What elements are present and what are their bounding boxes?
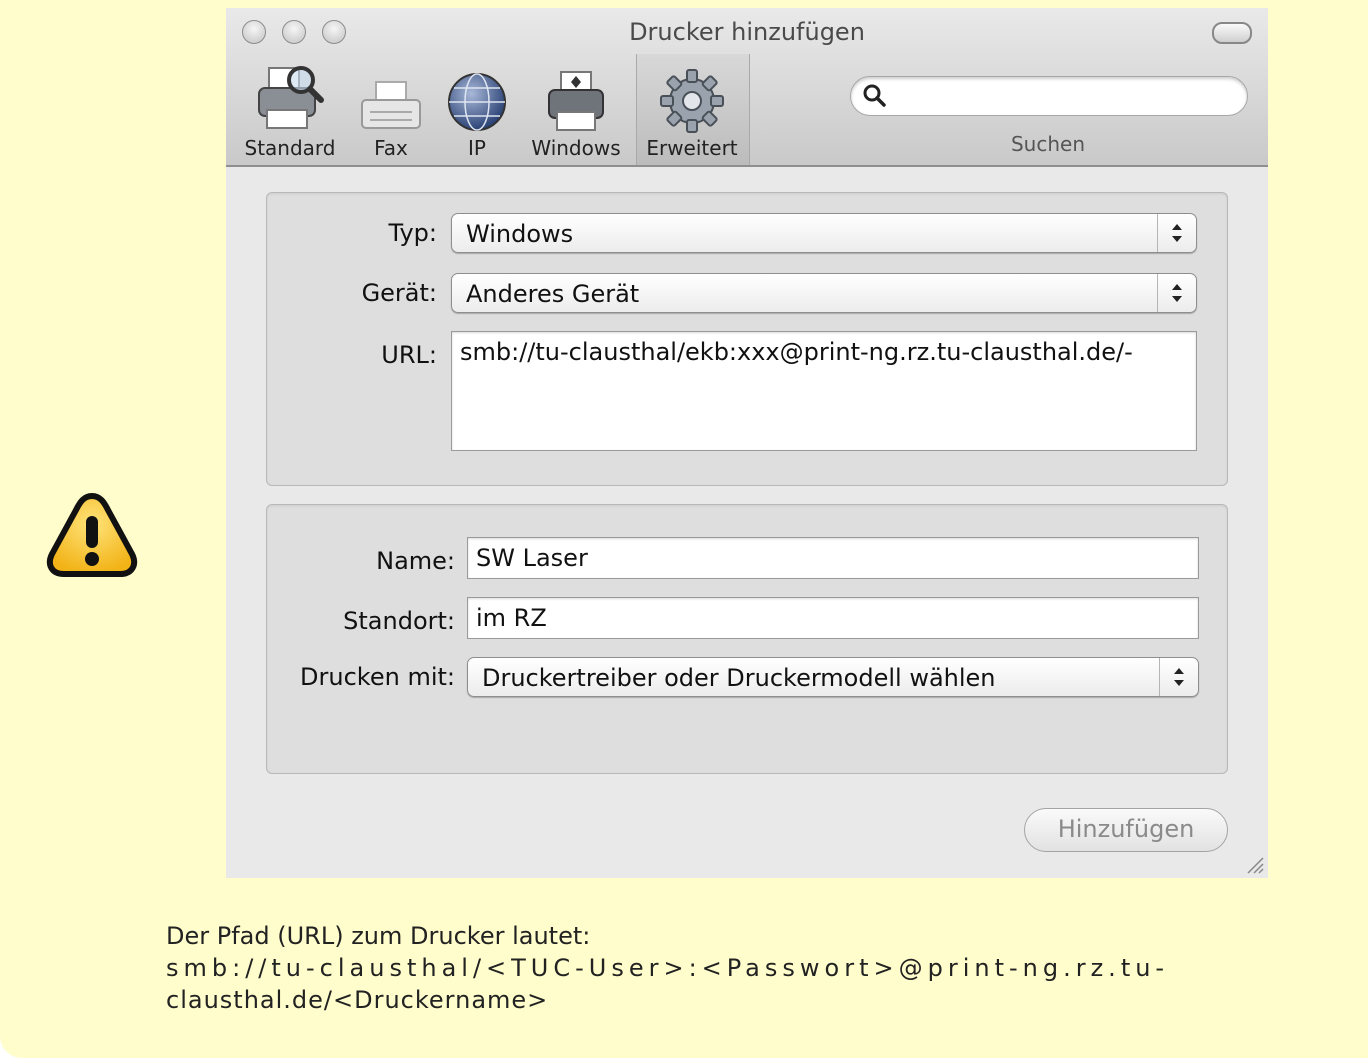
name-label: Name:: [376, 547, 455, 575]
note-box: Drucker hinzufügen Standard Fax IP Windo…: [0, 0, 1368, 1058]
toolbar-toggle-button[interactable]: [1212, 22, 1252, 44]
network-printer-icon: [548, 71, 604, 131]
add-printer-window: Drucker hinzufügen Standard Fax IP Windo…: [226, 8, 1268, 878]
tab-windows[interactable]: Windows: [526, 56, 626, 160]
caption: Der Pfad (URL) zum Drucker lautet: smb:/…: [166, 920, 1169, 1016]
tab-erweitert-label: Erweitert: [646, 136, 738, 160]
typ-popup[interactable]: Windows: [451, 213, 1197, 253]
tab-fax[interactable]: Fax: [360, 56, 422, 160]
typ-value: Windows: [466, 220, 574, 248]
popup-arrows-icon: [1159, 658, 1198, 696]
fax-icon: [361, 81, 421, 129]
url-label: URL:: [381, 341, 437, 369]
tab-windows-label: Windows: [531, 136, 621, 160]
drucken-mit-popup[interactable]: Druckertreiber oder Druckermodell wählen: [467, 657, 1199, 697]
gear-icon: [660, 69, 724, 133]
drucken-mit-value: Druckertreiber oder Druckermodell wählen: [482, 664, 996, 692]
printer-magnifier-icon: [258, 66, 324, 129]
typ-label: Typ:: [388, 219, 437, 247]
standort-label: Standort:: [343, 607, 455, 635]
name-field[interactable]: SW Laser: [467, 537, 1199, 579]
geraet-label: Gerät:: [361, 279, 437, 307]
caption-line-1: Der Pfad (URL) zum Drucker lautet:: [166, 922, 591, 950]
hinzufuegen-button[interactable]: Hinzufügen: [1024, 808, 1228, 852]
toolbar: Drucker hinzufügen Standard Fax IP Windo…: [226, 8, 1268, 167]
connection-group: Typ: Windows Gerät: Anderes Gerät URL: s…: [266, 192, 1228, 486]
warning-icon: [46, 493, 138, 577]
tab-standard[interactable]: Standard: [242, 56, 338, 160]
standort-field[interactable]: im RZ: [467, 597, 1199, 639]
resize-grip-icon[interactable]: [1244, 854, 1264, 874]
url-field[interactable]: smb://tu-clausthal/ekb:xxx@print-ng.rz.t…: [451, 331, 1197, 451]
caption-line-3: clausthal.de/<Druckername>: [166, 986, 549, 1014]
geraet-value: Anderes Gerät: [466, 280, 640, 308]
tab-fax-label: Fax: [374, 136, 408, 160]
search-label: Suchen: [1010, 132, 1086, 156]
tab-ip-label: IP: [468, 136, 486, 160]
drucken-mit-label: Drucken mit:: [300, 663, 455, 691]
window-title: Drucker hinzufügen: [629, 18, 865, 46]
caption-line-2: smb://tu-clausthal/<TUC-User>:<Passwort>…: [166, 954, 1170, 982]
magnifier-icon: [863, 84, 886, 107]
geraet-popup[interactable]: Anderes Gerät: [451, 273, 1197, 313]
popup-arrows-icon: [1157, 274, 1196, 312]
tab-erweitert[interactable]: Erweitert: [638, 56, 746, 160]
globe-icon: [448, 73, 506, 131]
details-group: Name: SW Laser Standort: im RZ Drucken m…: [266, 504, 1228, 774]
tab-ip[interactable]: IP: [444, 56, 510, 160]
search-input[interactable]: [850, 76, 1248, 116]
tab-standard-label: Standard: [244, 136, 336, 160]
popup-arrows-icon: [1157, 214, 1196, 252]
